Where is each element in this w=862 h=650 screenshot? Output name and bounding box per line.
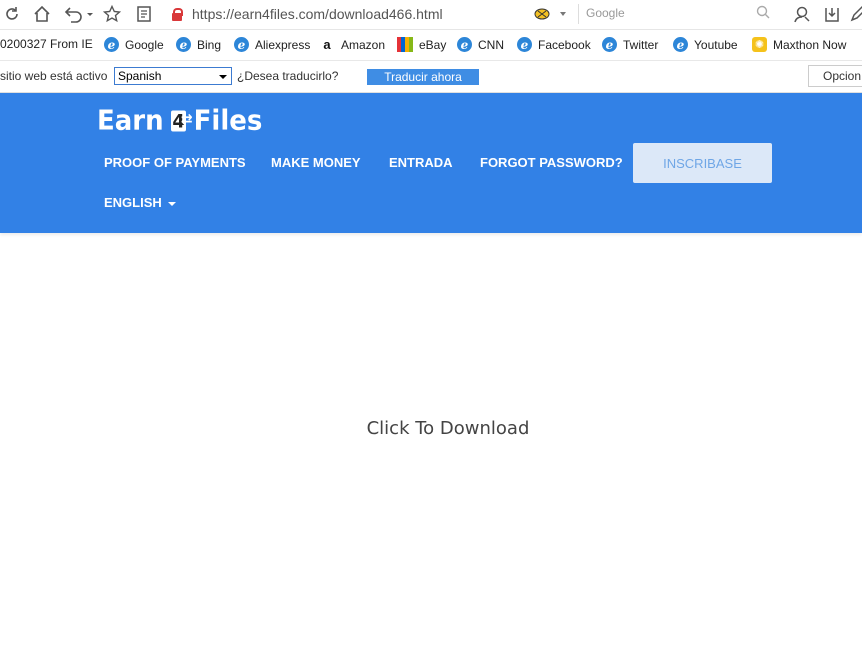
- translate-question: ¿Desea traducirlo?: [237, 69, 339, 83]
- bookmark-maxthon-now[interactable]: ✺ Maxthon Now: [752, 37, 846, 52]
- undo-icon[interactable]: [62, 4, 96, 24]
- logo-text-right: Files: [193, 105, 263, 137]
- bookmark-label: Youtube: [694, 37, 738, 52]
- reader-icon[interactable]: [134, 4, 154, 24]
- address-bar[interactable]: https://earn4files.com/download466.html: [172, 3, 572, 25]
- caret-down-icon: [167, 201, 176, 206]
- language-select[interactable]: Spanish: [114, 67, 232, 85]
- site-header: Earn 4 ⇄ Files PROOF OF PAYMENTS MAKE MO…: [0, 93, 862, 233]
- translate-options-button[interactable]: Opcion: [808, 65, 862, 87]
- bookmark-google[interactable]: e Google: [104, 37, 164, 52]
- logo-mark: 4 ⇄: [165, 107, 193, 134]
- ie-icon: e: [457, 37, 472, 52]
- bookmark-cnn[interactable]: e CNN: [457, 37, 504, 52]
- bookmark-ebay[interactable]: eBay: [397, 37, 446, 52]
- signup-button[interactable]: INSCRIBASE: [633, 143, 772, 183]
- refresh-icon[interactable]: [2, 4, 22, 24]
- bookmarks-bar: 0200327 From IE e Google e Bing e Aliexp…: [0, 30, 862, 61]
- home-icon[interactable]: [32, 4, 52, 24]
- language-dropdown-label: ENGLISH: [104, 195, 162, 210]
- bookmark-label: 0200327 From IE: [0, 37, 93, 51]
- search-icon[interactable]: [756, 5, 770, 23]
- language-dropdown[interactable]: ENGLISH: [104, 195, 176, 210]
- bookmark-label: Aliexpress: [255, 37, 311, 52]
- user-icon[interactable]: [792, 4, 812, 24]
- bookmark-label: Twitter: [623, 37, 659, 52]
- bookmark-label: Facebook: [538, 37, 591, 52]
- browser-toolbar: https://earn4files.com/download466.html …: [0, 0, 862, 30]
- bookmark-facebook[interactable]: e Facebook: [517, 37, 591, 52]
- download-icon[interactable]: [822, 4, 842, 24]
- bookmark-label: Bing: [197, 37, 222, 52]
- site-logo[interactable]: Earn 4 ⇄ Files: [97, 105, 262, 137]
- url-text[interactable]: https://earn4files.com/download466.html: [192, 6, 443, 22]
- bookmark-label: Google: [125, 37, 164, 52]
- nav-make-money[interactable]: MAKE MONEY: [271, 155, 361, 170]
- ie-icon: e: [517, 37, 532, 52]
- edit-icon[interactable]: [848, 4, 862, 24]
- language-select-value: Spanish: [118, 69, 162, 83]
- bookmark-from-ie[interactable]: 0200327 From IE: [0, 37, 93, 51]
- nav-login[interactable]: ENTRADA: [389, 155, 453, 170]
- ie-icon: e: [673, 37, 688, 52]
- click-to-download-link[interactable]: Click To Download: [0, 418, 862, 439]
- logo-text-left: Earn: [97, 105, 164, 137]
- nav-forgot-password[interactable]: FORGOT PASSWORD?: [480, 155, 623, 170]
- search-input[interactable]: Google: [586, 6, 625, 20]
- chevron-down-icon: [219, 75, 227, 79]
- extension-icon[interactable]: [532, 4, 568, 24]
- ie-icon: e: [104, 37, 119, 52]
- exchange-arrow-icon: ⇄: [180, 111, 193, 129]
- nav-proof-of-payments[interactable]: PROOF OF PAYMENTS: [104, 155, 246, 170]
- translate-bar: sitio web está activo Spanish ¿Desea tra…: [0, 61, 862, 93]
- bookmark-label: eBay: [419, 37, 447, 52]
- search-box[interactable]: Google: [578, 4, 774, 24]
- bookmark-amazon[interactable]: a Amazon: [320, 37, 385, 52]
- ebay-icon: [397, 37, 413, 52]
- maxthon-icon: ✺: [752, 37, 767, 52]
- translate-prefix: sitio web está activo: [0, 69, 108, 83]
- bookmark-aliexpress[interactable]: e Aliexpress: [234, 37, 310, 52]
- bookmark-label: CNN: [478, 37, 504, 52]
- ie-icon: e: [176, 37, 191, 52]
- lock-icon: [172, 8, 183, 21]
- favorite-icon[interactable]: [102, 4, 122, 24]
- bookmark-twitter[interactable]: e Twitter: [602, 37, 658, 52]
- bookmark-bing[interactable]: e Bing: [176, 37, 221, 52]
- ie-icon: e: [234, 37, 249, 52]
- translate-now-button[interactable]: Traducir ahora: [367, 69, 479, 85]
- amazon-icon: a: [323, 37, 331, 52]
- bookmark-label: Maxthon Now: [773, 37, 847, 52]
- bookmark-label: Amazon: [341, 37, 386, 52]
- ie-icon: e: [602, 37, 617, 52]
- bookmark-youtube[interactable]: e Youtube: [673, 37, 738, 52]
